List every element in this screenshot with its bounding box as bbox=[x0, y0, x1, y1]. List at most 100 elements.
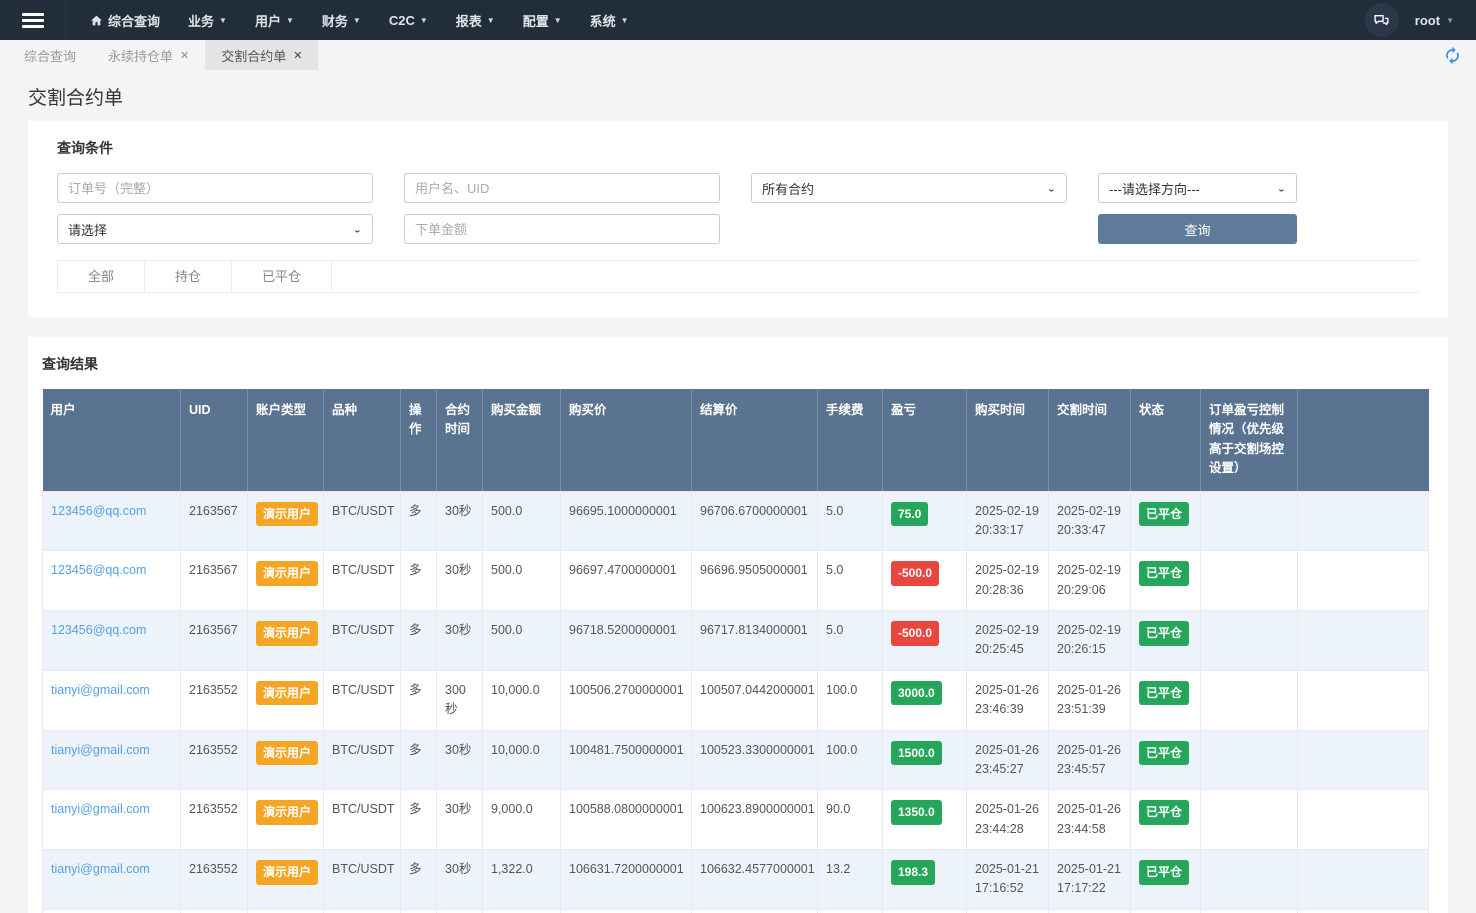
cell-buy-price: 96697.4700000001 bbox=[561, 551, 692, 611]
nav-item-label: 业务 bbox=[188, 11, 214, 30]
cell-uid: 2163552 bbox=[181, 909, 248, 913]
user-link[interactable]: 123456@qq.com bbox=[51, 623, 146, 637]
status-select[interactable]: 请选择 ⌄ bbox=[57, 214, 373, 244]
chevron-down-icon: ▼ bbox=[219, 16, 227, 25]
column-header-account-type: 账户类型 bbox=[248, 389, 324, 491]
filter-tabs: 全部持仓已平仓 bbox=[57, 260, 1419, 293]
search-button[interactable]: 查询 bbox=[1098, 214, 1297, 244]
tab-delivery-contracts[interactable]: 交割合约单✕ bbox=[205, 40, 318, 70]
nav-item-label: 综合查询 bbox=[108, 11, 160, 30]
navbar-right: root ▼ bbox=[1365, 0, 1476, 40]
filter-tab-holding[interactable]: 持仓 bbox=[145, 261, 232, 292]
cell-status: 已平仓 bbox=[1131, 670, 1201, 730]
cell-extra bbox=[1298, 611, 1429, 671]
refresh-button[interactable] bbox=[1443, 40, 1462, 70]
open-tabs: 综合查询永续持仓单✕交割合约单✕ bbox=[0, 40, 318, 70]
cell-status: 已平仓 bbox=[1131, 551, 1201, 611]
cell-user: 123456@qq.com bbox=[43, 491, 181, 551]
tab-overview[interactable]: 综合查询 bbox=[8, 40, 92, 70]
filter-tab-all[interactable]: 全部 bbox=[57, 261, 145, 292]
orders-tbody: 123456@qq.com2163567演示用户BTC/USDT多30秒500.… bbox=[43, 491, 1429, 913]
cell-status: 已平仓 bbox=[1131, 790, 1201, 850]
nav-item-overview[interactable]: 综合查询 bbox=[76, 0, 174, 40]
cell-buy-price: 100506.2700000001 bbox=[561, 670, 692, 730]
cell-buy-time: 2025-02-1920:25:45 bbox=[967, 611, 1049, 671]
column-header-amount: 购买金额 bbox=[483, 389, 561, 491]
cell-user: tianyi@gmail.com bbox=[43, 730, 181, 790]
cell-uid: 2163567 bbox=[181, 491, 248, 551]
filter-tab-closed[interactable]: 已平仓 bbox=[232, 261, 332, 292]
user-link[interactable]: tianyi@gmail.com bbox=[51, 743, 150, 757]
account-type-badge: 演示用户 bbox=[256, 561, 318, 586]
tab-perpetual-positions[interactable]: 永续持仓单✕ bbox=[92, 40, 205, 70]
cell-duration: 30秒 bbox=[437, 730, 483, 790]
user-input[interactable] bbox=[404, 173, 720, 203]
cell-direction: 多 bbox=[401, 850, 437, 910]
cell-buy-price: 100588.0800000001 bbox=[561, 790, 692, 850]
direction-select-value: ---请选择方向--- bbox=[1109, 179, 1200, 198]
column-header-pnl-control: 订单盈亏控制情况（优先级高于交割场控设置） bbox=[1201, 389, 1298, 491]
nav-item-settings[interactable]: 配置▼ bbox=[509, 0, 576, 40]
cell-pnl: -500.0 bbox=[883, 551, 967, 611]
cell-extra bbox=[1298, 670, 1429, 730]
cell-status: 已平仓 bbox=[1131, 850, 1201, 910]
column-header-settle-price: 结算价 bbox=[692, 389, 818, 491]
nav-item-c2c[interactable]: C2C▼ bbox=[375, 0, 442, 40]
order-no-input[interactable] bbox=[57, 173, 373, 203]
cell-buy-time: 2025-01-2117:15:19 bbox=[967, 909, 1049, 913]
messages-button[interactable] bbox=[1365, 3, 1399, 37]
cell-buy-time: 2025-01-2623:45:27 bbox=[967, 730, 1049, 790]
cell-fee: 13.2 bbox=[818, 850, 883, 910]
tab-bar: 综合查询永续持仓单✕交割合约单✕ bbox=[0, 40, 1476, 70]
cell-buy-price: 106485.2300000001 bbox=[561, 909, 692, 913]
account-type-badge: 演示用户 bbox=[256, 741, 318, 766]
cell-account-type: 演示用户 bbox=[248, 670, 324, 730]
cell-settle-time: 2025-01-2117:15:49 bbox=[1049, 909, 1131, 913]
amount-input[interactable] bbox=[404, 214, 720, 244]
cell-user: tianyi@gmail.com bbox=[43, 670, 181, 730]
cell-duration: 30秒 bbox=[437, 491, 483, 551]
cell-duration: 30秒 bbox=[437, 850, 483, 910]
nav-item-system[interactable]: 系统▼ bbox=[576, 0, 643, 40]
cell-settle-price: 100623.8900000001 bbox=[692, 790, 818, 850]
cell-fee: 5.0 bbox=[818, 611, 883, 671]
status-badge: 已平仓 bbox=[1139, 681, 1189, 706]
cell-uid: 2163552 bbox=[181, 790, 248, 850]
user-link[interactable]: 123456@qq.com bbox=[51, 563, 146, 577]
cell-pnl: 3000.0 bbox=[883, 670, 967, 730]
table-row: tianyi@gmail.com2163552演示用户BTC/USDT多30秒9… bbox=[43, 790, 1429, 850]
contract-select[interactable]: 所有合约 ⌄ bbox=[751, 173, 1067, 203]
cell-pnl: 75.0 bbox=[883, 491, 967, 551]
direction-select[interactable]: ---请选择方向--- ⌄ bbox=[1098, 173, 1297, 203]
pnl-badge: -500.0 bbox=[891, 561, 939, 586]
nav-item-business[interactable]: 业务 ▼ bbox=[174, 0, 241, 40]
cell-symbol: BTC/USDT bbox=[324, 730, 401, 790]
cell-uid: 2163552 bbox=[181, 670, 248, 730]
pnl-badge: 198.3 bbox=[891, 860, 935, 885]
cell-account-type: 演示用户 bbox=[248, 611, 324, 671]
cell-settle-price: 96717.8134000001 bbox=[692, 611, 818, 671]
status-badge: 已平仓 bbox=[1139, 741, 1189, 766]
nav-item-reports[interactable]: 报表▼ bbox=[442, 0, 509, 40]
close-icon[interactable]: ✕ bbox=[293, 49, 302, 62]
close-icon[interactable]: ✕ bbox=[180, 49, 189, 62]
cell-buy-time: 2025-01-2117:16:52 bbox=[967, 850, 1049, 910]
table-row: 123456@qq.com2163567演示用户BTC/USDT多30秒500.… bbox=[43, 491, 1429, 551]
nav-item-users[interactable]: 用户▼ bbox=[241, 0, 308, 40]
user-menu[interactable]: root ▼ bbox=[1415, 13, 1454, 28]
cell-settle-price: 96706.6700000001 bbox=[692, 491, 818, 551]
cell-direction: 多 bbox=[401, 611, 437, 671]
cell-buy-price: 96718.5200000001 bbox=[561, 611, 692, 671]
user-link[interactable]: 123456@qq.com bbox=[51, 504, 146, 518]
results-heading: 查询结果 bbox=[42, 354, 1434, 374]
cell-symbol: BTC/USDT bbox=[324, 909, 401, 913]
column-header-status: 状态 bbox=[1131, 389, 1201, 491]
nav-item-finance[interactable]: 财务▼ bbox=[308, 0, 375, 40]
pnl-badge: 1500.0 bbox=[891, 741, 942, 766]
user-link[interactable]: tianyi@gmail.com bbox=[51, 683, 150, 697]
refresh-icon bbox=[1443, 46, 1462, 65]
sidebar-toggle-button[interactable] bbox=[0, 0, 66, 40]
user-link[interactable]: tianyi@gmail.com bbox=[51, 802, 150, 816]
cell-pnl: 1500.0 bbox=[883, 730, 967, 790]
user-link[interactable]: tianyi@gmail.com bbox=[51, 862, 150, 876]
